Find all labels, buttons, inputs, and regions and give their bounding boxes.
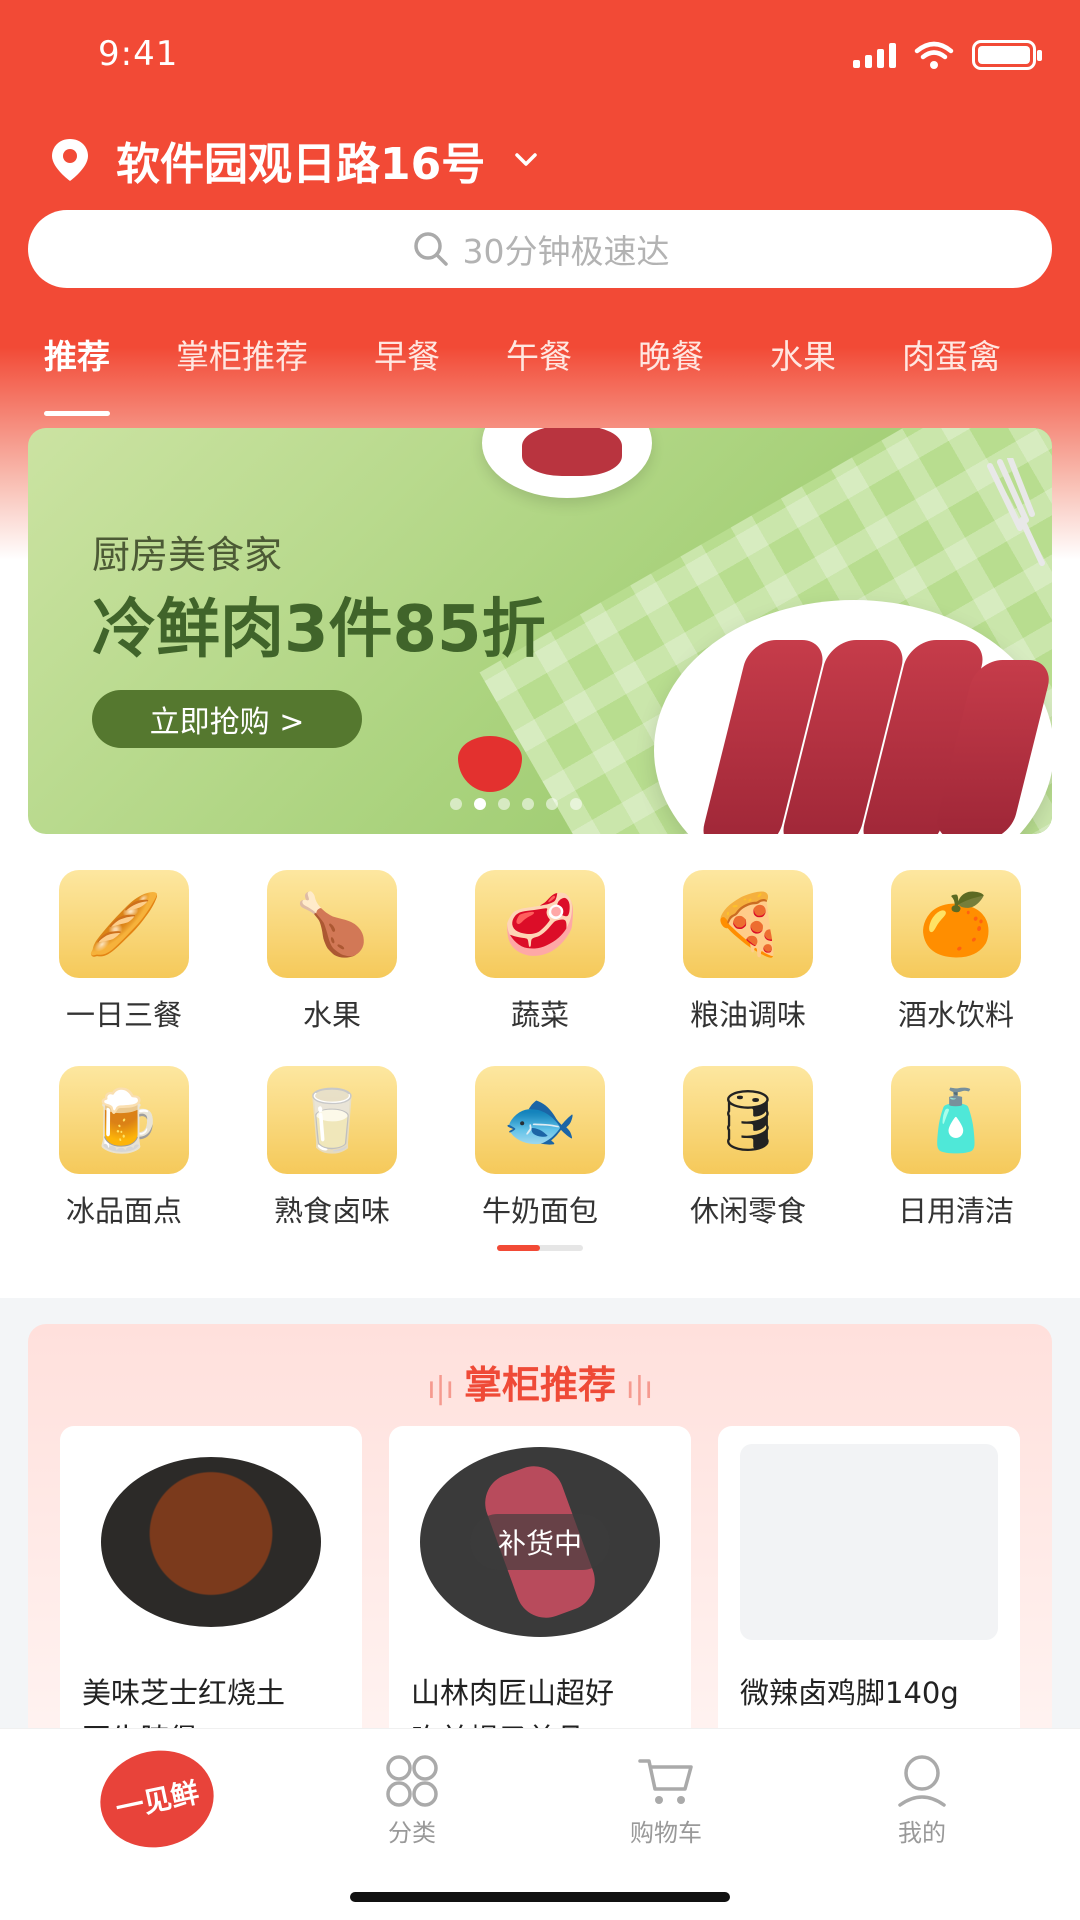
address-text: 软件园观日路16号 bbox=[116, 139, 486, 190]
category-label: 牛奶面包 bbox=[481, 1194, 598, 1228]
product-card[interactable]: 微辣卤鸡脚140g bbox=[718, 1426, 1020, 1746]
tab-dinner[interactable]: 晚餐 bbox=[638, 330, 704, 378]
banner-dot[interactable] bbox=[498, 798, 510, 810]
banner-pagination bbox=[450, 798, 582, 810]
orange-icon: 🍊 bbox=[891, 870, 1021, 978]
search-icon bbox=[413, 232, 448, 266]
steak-plate-icon: 🥩 bbox=[475, 870, 605, 978]
pager-indicator bbox=[497, 1245, 540, 1251]
category-item[interactable]: 🛢 休闲零食 bbox=[644, 1066, 852, 1230]
tab-profile[interactable]: 我的 bbox=[862, 1753, 982, 1848]
category-label: 日用清洁 bbox=[897, 1194, 1014, 1228]
recommend-title-row: ı|ı 掌柜推荐 ı|ı bbox=[28, 1354, 1052, 1409]
category-label: 一日三餐 bbox=[65, 998, 182, 1032]
product-card[interactable]: 补货中 山林肉匠山超好 吃羊蝎子首品 bbox=[389, 1426, 691, 1746]
banner-dot[interactable] bbox=[522, 798, 534, 810]
battery-icon bbox=[972, 40, 1042, 70]
wifi-icon bbox=[914, 41, 954, 69]
chevron-down-icon bbox=[515, 153, 537, 166]
home-indicator[interactable] bbox=[350, 1892, 730, 1902]
search-placeholder: 30分钟极速达 bbox=[462, 232, 670, 271]
banner-dot[interactable] bbox=[450, 798, 462, 810]
milk-bottle-icon: 🥛 bbox=[267, 1066, 397, 1174]
tab-shopkeeper-picks[interactable]: 掌柜推荐 bbox=[176, 330, 308, 378]
title-decoration-icon: ı|ı bbox=[427, 1371, 454, 1406]
tab-category[interactable]: 分类 bbox=[352, 1753, 472, 1848]
product-image-stew bbox=[82, 1444, 340, 1640]
category-label: 熟食卤味 bbox=[273, 1194, 390, 1228]
tab-meat-eggs[interactable]: 肉蛋禽 bbox=[902, 330, 1001, 378]
tab-cart[interactable]: 购物车 bbox=[606, 1753, 726, 1848]
status-icons bbox=[853, 40, 1042, 70]
category-grid: 🥖 一日三餐 🍗 水果 🥩 蔬菜 🍕 粮油调味 🍊 酒水饮料 🍺 冰品面点 🥛 熟食卤味 🐟 牛… bbox=[20, 870, 1060, 1230]
search-input[interactable]: 30分钟极速达 bbox=[28, 210, 1052, 288]
strawberry-image bbox=[458, 736, 522, 792]
promo-banner[interactable]: 厨房美食家 冷鲜肉3件85折 立即抢购 > bbox=[28, 428, 1052, 834]
detergent-icon: 🧴 bbox=[891, 1066, 1021, 1174]
category-tabs: 推荐 掌柜推荐 早餐 午餐 晚餐 水果 肉蛋禽 bbox=[44, 330, 1067, 416]
brand-logo-icon[interactable]: 一见鲜 bbox=[91, 1740, 223, 1858]
category-label: 粮油调味 bbox=[689, 998, 806, 1032]
tab-recommend[interactable]: 推荐 bbox=[44, 330, 110, 416]
location-pin-icon bbox=[52, 139, 88, 181]
category-item[interactable]: 🥖 一日三餐 bbox=[20, 870, 228, 1034]
category-pager bbox=[497, 1245, 583, 1251]
fish-icon: 🐟 bbox=[475, 1066, 605, 1174]
product-image-beef: 补货中 bbox=[411, 1444, 669, 1640]
status-bar: 9:41 bbox=[0, 30, 1080, 90]
product-name: 山林肉匠山超好 bbox=[411, 1676, 615, 1710]
youtiao-icon: 🥖 bbox=[59, 870, 189, 978]
category-label: 冰品面点 bbox=[65, 1194, 182, 1228]
product-name: 微辣卤鸡脚140g bbox=[740, 1676, 959, 1710]
banner-title: 冷鲜肉3件85折 bbox=[92, 593, 546, 667]
beer-can-icon: 🍺 bbox=[59, 1066, 189, 1174]
tab-lunch[interactable]: 午餐 bbox=[506, 330, 572, 378]
category-item[interactable]: 🐟 牛奶面包 bbox=[436, 1066, 644, 1230]
tab-label: 分类 bbox=[388, 1819, 436, 1847]
signal-icon bbox=[853, 42, 896, 68]
tab-breakfast[interactable]: 早餐 bbox=[374, 330, 440, 378]
category-item[interactable]: 🥛 熟食卤味 bbox=[228, 1066, 436, 1230]
pizza-slice-icon: 🍕 bbox=[683, 870, 813, 978]
banner-dot[interactable] bbox=[570, 798, 582, 810]
product-image-placeholder bbox=[740, 1444, 998, 1640]
oil-bottle-icon: 🛢 bbox=[683, 1066, 813, 1174]
chicken-wings-icon: 🍗 bbox=[267, 870, 397, 978]
tab-label: 购物车 bbox=[630, 1819, 702, 1847]
product-card[interactable]: 美味芝士红烧土 豆牛腩煲 bbox=[60, 1426, 362, 1746]
user-icon bbox=[898, 1755, 946, 1807]
category-label: 酒水饮料 bbox=[897, 998, 1014, 1032]
fork-icon bbox=[987, 458, 1045, 566]
product-name: 美味芝士红烧土 bbox=[82, 1676, 286, 1710]
category-item[interactable]: 🍗 水果 bbox=[228, 870, 436, 1034]
category-item[interactable]: 🥩 蔬菜 bbox=[436, 870, 644, 1034]
cart-icon bbox=[638, 1759, 693, 1804]
category-label: 水果 bbox=[302, 998, 361, 1032]
banner-dot[interactable] bbox=[546, 798, 558, 810]
category-item[interactable]: 🧴 日用清洁 bbox=[852, 1066, 1060, 1230]
category-item[interactable]: 🍕 粮油调味 bbox=[644, 870, 852, 1034]
restocking-badge: 补货中 bbox=[470, 1514, 610, 1570]
category-label: 蔬菜 bbox=[510, 998, 569, 1032]
category-item[interactable]: 🍺 冰品面点 bbox=[20, 1066, 228, 1230]
location-selector[interactable]: 软件园观日路16号 bbox=[46, 128, 541, 192]
category-label: 休闲零食 bbox=[689, 1194, 806, 1228]
banner-subtitle: 厨房美食家 bbox=[92, 533, 283, 577]
status-time: 9:41 bbox=[98, 34, 179, 74]
category-grid-icon bbox=[386, 1755, 438, 1807]
recommend-title: 掌柜推荐 bbox=[463, 1363, 616, 1407]
tab-label: 我的 bbox=[898, 1819, 946, 1847]
banner-dot-active[interactable] bbox=[474, 798, 486, 810]
title-decoration-icon: ı|ı bbox=[626, 1371, 653, 1406]
tab-fruit[interactable]: 水果 bbox=[770, 330, 836, 378]
steak-plate-image bbox=[482, 428, 652, 498]
banner-buy-button[interactable]: 立即抢购 > bbox=[92, 690, 362, 748]
category-item[interactable]: 🍊 酒水饮料 bbox=[852, 870, 1060, 1034]
recommend-section: ı|ı 掌柜推荐 ı|ı 美味芝士红烧土 豆牛腩煲 补货中 山林肉匠山超好 吃羊蝎子… bbox=[28, 1324, 1052, 1746]
